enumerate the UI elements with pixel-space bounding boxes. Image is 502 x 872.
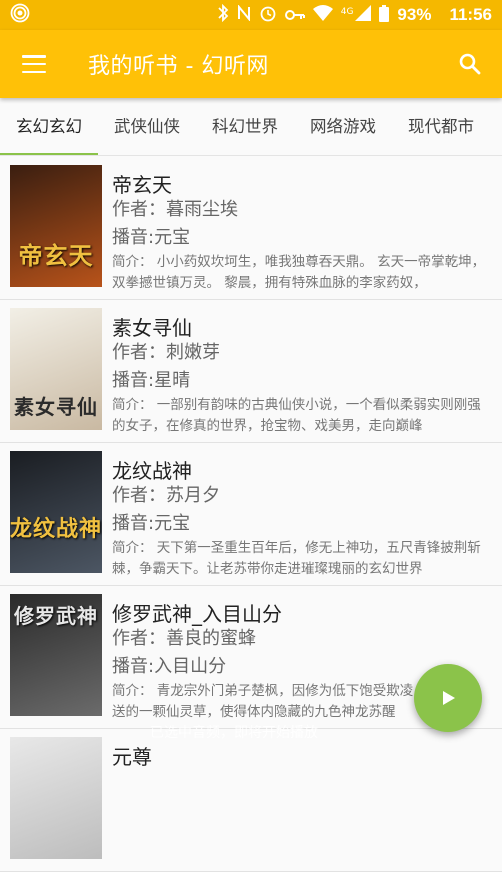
wifi-icon bbox=[312, 5, 333, 25]
book-narrator: 播音:星晴 bbox=[112, 370, 191, 391]
network-type-label: 4G bbox=[340, 7, 354, 17]
signal-icon bbox=[355, 5, 372, 25]
book-narrator: 播音:元宝 bbox=[112, 227, 191, 248]
play-button[interactable] bbox=[414, 664, 482, 732]
category-tabs: 玄幻玄幻 武侠仙侠 科幻世界 网络游戏 现代都市 bbox=[0, 98, 502, 156]
toast-message: 已选中音频，即将开始播放 bbox=[150, 725, 318, 741]
book-narrator: 播音:元宝 bbox=[112, 513, 191, 534]
book-cover bbox=[10, 737, 102, 859]
book-title: 帝玄天 bbox=[112, 173, 172, 197]
battery-icon bbox=[379, 4, 390, 26]
book-title: 素女寻仙 bbox=[112, 316, 192, 340]
book-cover: 素女寻仙 bbox=[10, 308, 102, 430]
book-cover-title: 龙纹战神 bbox=[10, 516, 102, 542]
book-list-item[interactable]: 帝玄天 帝玄天 作者：暮雨尘埃 播音:元宝 简介： 小小药奴坎坷生，唯我独尊吞天… bbox=[0, 157, 502, 300]
book-intro: 简介： 小小药奴坎坷生，唯我独尊吞天鼎。 玄天一帝掌乾坤，双拳撼世镇万灵。 黎晨… bbox=[112, 254, 486, 291]
book-cover-title: 帝玄天 bbox=[18, 241, 94, 270]
book-author: 作者：暮雨尘埃 bbox=[112, 199, 238, 220]
book-cover: 龙纹战神 bbox=[10, 451, 102, 573]
book-cover: 修罗武神 bbox=[10, 594, 102, 716]
book-author: 作者：善良的蜜蜂 bbox=[112, 628, 256, 649]
bluetooth-icon bbox=[217, 3, 229, 26]
book-cover-title: 修罗武神 bbox=[14, 604, 98, 628]
tab-xuanhuan[interactable]: 玄幻玄幻 bbox=[0, 98, 98, 155]
battery-percent: 93% bbox=[397, 5, 432, 24]
book-author: 作者：刺嫩芽 bbox=[112, 342, 220, 363]
search-icon bbox=[459, 53, 481, 75]
book-author: 作者：苏月夕 bbox=[112, 485, 220, 506]
book-list: 帝玄天 帝玄天 作者：暮雨尘埃 播音:元宝 简介： 小小药奴坎坷生，唯我独尊吞天… bbox=[0, 157, 502, 872]
book-title: 龙纹战神 bbox=[112, 459, 192, 483]
alarm-icon bbox=[259, 4, 277, 26]
book-cover: 帝玄天 bbox=[10, 165, 102, 287]
menu-icon bbox=[22, 55, 46, 73]
app-bar: 我的听书 - 幻听网 bbox=[0, 30, 502, 98]
book-title: 元尊 bbox=[112, 745, 152, 769]
book-title: 修罗武神_入目山分 bbox=[112, 602, 282, 626]
book-list-item[interactable]: 素女寻仙 素女寻仙 作者：刺嫩芽 播音:星晴 简介： 一部别有韵味的古典仙侠小说… bbox=[0, 300, 502, 443]
tab-wangyou[interactable]: 网络游戏 bbox=[294, 98, 392, 155]
search-button[interactable] bbox=[438, 30, 502, 98]
play-icon bbox=[443, 691, 455, 705]
clock: 11:56 bbox=[449, 5, 492, 24]
book-intro: 简介： 一部别有韵味的古典仙侠小说，一个看似柔弱实则刚强的女子，在修真的世界，抢… bbox=[112, 397, 481, 434]
book-list-item[interactable]: 元尊 bbox=[0, 729, 502, 872]
page-title: 我的听书 - 幻听网 bbox=[88, 54, 269, 79]
wifi-hotspot-icon bbox=[10, 3, 30, 27]
status-bar: 4G 93% 11:56 bbox=[0, 0, 502, 30]
nfc-icon bbox=[237, 4, 251, 25]
book-list-item[interactable]: 龙纹战神 龙纹战神 作者：苏月夕 播音:元宝 简介： 天下第一圣重生百年后，修无… bbox=[0, 443, 502, 586]
tab-kehuan[interactable]: 科幻世界 bbox=[196, 98, 294, 155]
tab-wuxia[interactable]: 武侠仙侠 bbox=[98, 98, 196, 155]
tab-dushi[interactable]: 现代都市 bbox=[392, 98, 490, 155]
vpn-key-icon bbox=[284, 6, 305, 25]
menu-button[interactable] bbox=[0, 30, 68, 98]
book-cover-title: 素女寻仙 bbox=[14, 395, 98, 419]
book-intro: 简介： 天下第一圣重生百年后，修无上神功，五尺青锋披荆斩棘，争霸天下。让老苏带你… bbox=[112, 540, 481, 577]
